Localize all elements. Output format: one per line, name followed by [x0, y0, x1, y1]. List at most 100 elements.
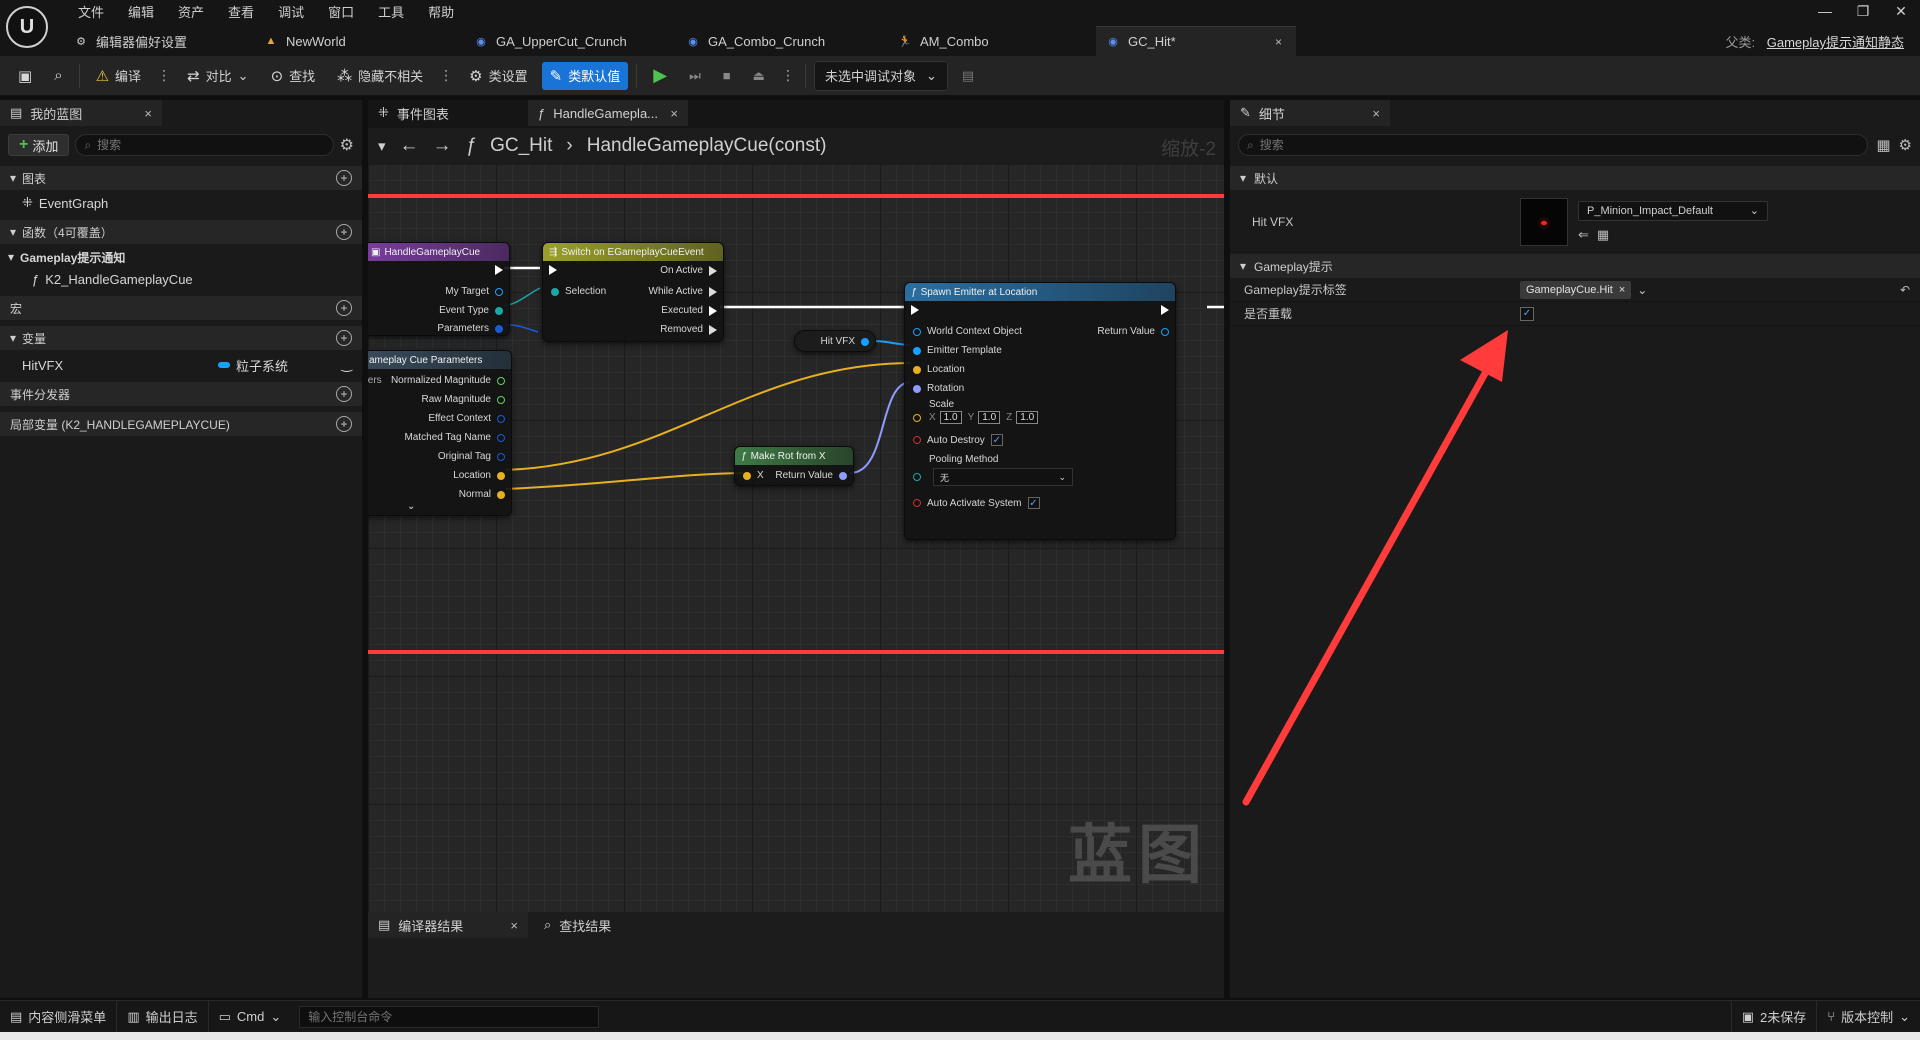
asset-dropdown[interactable]: P_Minion_Impact_Default ⌄ [1578, 200, 1768, 221]
tree-item-variable-hitvfx[interactable]: HitVFX 粒子系统 ‿ [0, 354, 362, 376]
add-circle-icon[interactable]: + [336, 330, 352, 346]
asset-thumbnail[interactable] [1520, 197, 1568, 246]
more-options-icon[interactable]: ⋮ [779, 67, 797, 84]
breadcrumb-function[interactable]: HandleGameplayCue(const) [587, 135, 827, 157]
close-window-button[interactable]: ✕ [1882, 0, 1920, 22]
save-button[interactable]: ▣ [10, 62, 40, 90]
section-local-variables[interactable]: 局部变量 (K2_HANDLEGAMEPLAYCUE) + [0, 412, 362, 436]
find-button[interactable]: ⊙ 查找 [263, 62, 324, 90]
section-label: 局部变量 (K2_HANDLEGAMEPLAYCUE) [10, 417, 230, 432]
unreal-logo-icon[interactable]: U [6, 6, 48, 48]
use-selected-icon[interactable]: ⇐ [1578, 227, 1589, 243]
tag-chip[interactable]: GameplayCue.Hit × [1520, 280, 1632, 299]
section-variables[interactable]: ▾ 变量 + [0, 326, 362, 350]
tree-category-gameplay-notify[interactable]: ▾ Gameplay提示通知 [0, 246, 362, 268]
tab-details[interactable]: ✎ 细节 × [1230, 100, 1390, 126]
diff-button[interactable]: ⇄ 对比 ⌄ [179, 62, 257, 90]
tab-my-blueprint[interactable]: ▤ 我的蓝图 × [0, 100, 162, 126]
prop-label: Hit VFX [1252, 214, 1294, 229]
add-button[interactable]: + 添加 [8, 134, 70, 156]
tab-handle-gameplay-cue[interactable]: ƒ HandleGamepla... × [528, 100, 688, 126]
graph-canvas[interactable]: ▣ HandleGameplayCue My Target Event Type… [368, 164, 1224, 912]
stop-button[interactable]: ■ [715, 62, 739, 90]
menu-file[interactable]: 文件 [66, 2, 116, 22]
gear-icon[interactable]: ⚙ [1899, 136, 1912, 154]
more-options-icon[interactable]: ⋮ [437, 67, 455, 84]
restore-button[interactable]: ❐ [1844, 0, 1882, 22]
reset-arrow-icon[interactable]: ↶ [1900, 283, 1910, 297]
back-arrow-icon[interactable]: ← [400, 135, 419, 157]
table-view-icon[interactable]: ▦ [1876, 136, 1890, 154]
close-icon[interactable]: × [1372, 106, 1380, 121]
remove-tag-icon[interactable]: × [1619, 284, 1625, 296]
close-icon[interactable]: × [1275, 35, 1282, 49]
chevron-down-icon[interactable]: ⌄ [1637, 283, 1647, 297]
close-icon[interactable]: × [144, 106, 152, 121]
add-circle-icon[interactable]: + [336, 300, 352, 316]
tab-gc-hit[interactable]: ◉ GC_Hit* × [1096, 26, 1296, 56]
play-icon: ▶ [653, 65, 668, 85]
gear-icon[interactable]: ⚙ [340, 135, 354, 155]
close-icon[interactable]: × [510, 918, 518, 933]
tab-ga-uppercut[interactable]: ◉ GA_UpperCut_Crunch [464, 26, 676, 56]
bookmark-icon[interactable]: ▾ [378, 137, 386, 155]
class-settings-button[interactable]: ⚙ 类设置 [461, 62, 535, 90]
tab-newworld[interactable]: ▲ NewWorld [254, 26, 464, 56]
console-input[interactable] [308, 1009, 591, 1024]
section-functions[interactable]: ▾ 函数（4可覆盖） + [0, 220, 362, 244]
unsaved-button[interactable]: ▣ 2未保存 [1730, 1000, 1818, 1033]
eye-icon[interactable]: ‿ [342, 357, 352, 373]
cmd-dropdown[interactable]: ▭ Cmd ⌄ [209, 1001, 292, 1033]
eject-button[interactable]: ⏏ [745, 62, 773, 90]
menu-asset[interactable]: 资产 [166, 2, 216, 22]
tab-am-combo[interactable]: 🏃 AM_Combo [888, 26, 1096, 56]
compile-button[interactable]: ⚠ 编译 [88, 62, 149, 90]
class-defaults-button[interactable]: ✎ 类默认值 [541, 61, 629, 90]
tree-item-eventgraph[interactable]: ⁜ EventGraph [0, 192, 362, 214]
add-circle-icon[interactable]: + [336, 386, 352, 402]
more-options-icon[interactable]: ⋮ [155, 67, 173, 84]
tab-ga-combo[interactable]: ◉ GA_Combo_Crunch [676, 26, 888, 56]
menu-help[interactable]: 帮助 [416, 2, 466, 22]
search-icon: ⌕ [544, 917, 552, 932]
menu-window[interactable]: 窗口 [316, 2, 366, 22]
browse-button[interactable]: ⌕ [46, 62, 70, 90]
section-macros[interactable]: 宏 + [0, 296, 362, 320]
add-circle-icon[interactable]: + [336, 170, 352, 186]
parent-class-link[interactable]: Gameplay提示通知静态 [1767, 35, 1904, 50]
section-dispatchers[interactable]: 事件分发器 + [0, 382, 362, 406]
details-search-input[interactable] [1259, 138, 1860, 152]
debug-filter-button[interactable]: ▤ [954, 62, 982, 90]
menu-tools[interactable]: 工具 [366, 2, 416, 22]
breadcrumb-root[interactable]: GC_Hit [490, 135, 552, 157]
tab-find-results[interactable]: ⌕ 查找结果 [534, 912, 674, 938]
browse-folder-icon[interactable]: ▦ [1597, 227, 1609, 243]
output-log-button[interactable]: ▥ 输出日志 [117, 1000, 209, 1033]
add-circle-icon[interactable]: + [336, 224, 352, 240]
override-checkbox[interactable]: ✓ [1520, 306, 1534, 321]
menu-view[interactable]: 查看 [216, 2, 266, 22]
menu-edit[interactable]: 编辑 [116, 2, 166, 22]
tab-editor-preferences[interactable]: ⚙ 编辑器偏好设置 [64, 26, 254, 56]
source-control-button[interactable]: ⑂ 版本控制 ⌄ [1817, 1001, 1920, 1033]
section-default[interactable]: ▾ 默认 [1230, 166, 1920, 190]
step-button[interactable]: ⏭ [681, 62, 709, 90]
section-graphs[interactable]: ▾ 图表 + [0, 166, 362, 190]
section-gameplay-cue[interactable]: ▾ Gameplay提示 [1230, 254, 1920, 278]
menu-debug[interactable]: 调试 [266, 2, 316, 22]
tab-event-graph[interactable]: ⁜ 事件图表 [368, 100, 518, 126]
blueprint-search-input[interactable] [97, 138, 325, 152]
play-button[interactable]: ▶ [645, 62, 675, 90]
hide-unrelated-button[interactable]: ⁂ 隐藏不相关 [329, 62, 431, 90]
tree-item-k2-handle[interactable]: ƒ K2_HandleGameplayCue [0, 268, 362, 290]
tab-compiler-results[interactable]: ▤ 编译器结果 × [368, 912, 528, 938]
minimize-button[interactable]: — [1806, 0, 1844, 22]
add-circle-icon[interactable]: + [336, 416, 352, 432]
add-label: 添加 [32, 138, 59, 154]
toolbar-divider [804, 63, 806, 88]
close-icon[interactable]: × [670, 106, 678, 121]
bottom-tab-bar: ▤ 编译器结果 × ⌕ 查找结果 [368, 912, 1224, 938]
content-drawer-button[interactable]: ▤ 内容侧滑菜单 [0, 1000, 118, 1033]
debug-target-dropdown[interactable]: 未选中调试对象 ⌄ [813, 60, 948, 91]
forward-arrow-icon[interactable]: → [433, 135, 452, 157]
